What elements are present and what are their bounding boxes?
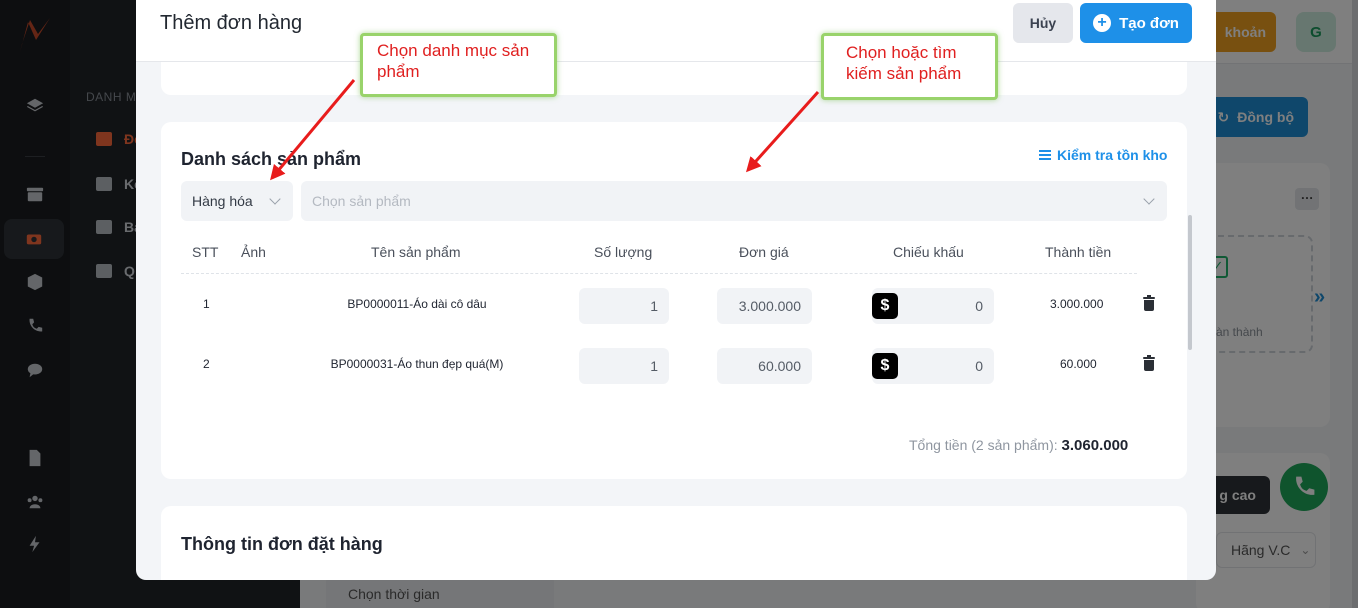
column-header-discount: Chiếu khấu: [893, 244, 964, 260]
product-select-placeholder: Chọn sản phẩm: [312, 193, 411, 209]
trash-lid: [1143, 297, 1155, 299]
chevron-down-icon: [269, 193, 281, 205]
category-hint-callout: Chọn danh mục sản phẩm: [360, 33, 557, 97]
check-stock-label: Kiểm tra tồn kho: [1057, 147, 1168, 163]
row-product-name: BP0000031-Áo thun đẹp quá(M): [330, 357, 504, 371]
trash-lid: [1143, 357, 1155, 359]
order-total: Tổng tiền (2 sản phẩm): 3.060.000: [909, 437, 1128, 454]
row-product-name: BP0000011-Áo dài cô dâu: [347, 297, 487, 311]
modal-scrollbar[interactable]: [1188, 215, 1192, 350]
plus-circle-icon: +: [1093, 14, 1112, 32]
dollar-icon[interactable]: $: [872, 293, 898, 319]
create-order-button[interactable]: + Tạo đơn: [1080, 3, 1192, 43]
order-info-card: Thông tin đơn đặt hàng: [161, 506, 1187, 580]
category-select[interactable]: Hàng hóa: [181, 181, 293, 221]
table-row: 2 BP0000031-Áo thun đẹp quá(M) $ 0 60.00…: [161, 345, 1187, 385]
trash-body: [1144, 300, 1154, 311]
category-select-value: Hàng hóa: [192, 193, 253, 209]
order-info-title: Thông tin đơn đặt hàng: [181, 534, 383, 554]
column-header-product-name: Tên sản phẩm: [371, 244, 461, 260]
trash-icon[interactable]: [1143, 355, 1155, 371]
trash-icon[interactable]: [1143, 295, 1155, 311]
trash-body: [1144, 360, 1154, 371]
discount-field[interactable]: $ 0: [872, 348, 994, 384]
table-header-divider: [181, 273, 1137, 274]
row-stt: 1: [203, 297, 210, 311]
list-icon: [1039, 150, 1051, 160]
modal-title: Thêm đơn hàng: [160, 12, 303, 34]
column-header-image: Ảnh: [241, 244, 266, 260]
quantity-input[interactable]: [579, 348, 669, 384]
unit-price-input[interactable]: [717, 288, 812, 324]
row-stt: 2: [203, 357, 210, 371]
previous-section-card: [161, 62, 1187, 95]
quantity-input[interactable]: [579, 288, 669, 324]
discount-field[interactable]: $ 0: [872, 288, 994, 324]
product-list-card: Danh sách sản phẩm Kiểm tra tồn kho Hàng…: [161, 122, 1187, 479]
add-order-modal: Thêm đơn hàng Hủy + Tạo đơn Danh sách sả…: [136, 0, 1216, 580]
check-stock-link[interactable]: Kiểm tra tồn kho: [1039, 147, 1167, 163]
row-amount: 60.000: [1060, 357, 1097, 371]
discount-value: 0: [975, 298, 983, 314]
table-row: 1 BP0000011-Áo dài cô dâu $ 0 3.000.000: [161, 285, 1187, 325]
modal-header: Thêm đơn hàng Hủy + Tạo đơn: [136, 0, 1216, 62]
cancel-button[interactable]: Hủy: [1013, 3, 1073, 43]
column-header-amount: Thành tiền: [1045, 244, 1112, 260]
unit-price-input[interactable]: [717, 348, 812, 384]
product-hint-callout: Chọn hoặc tìm kiếm sản phẩm: [821, 33, 998, 100]
total-value: 3.060.000: [1061, 437, 1129, 454]
product-select[interactable]: Chọn sản phẩm: [301, 181, 1167, 221]
create-order-label: Tạo đơn: [1119, 14, 1179, 32]
discount-value: 0: [975, 358, 983, 374]
dollar-icon[interactable]: $: [872, 353, 898, 379]
product-list-title: Danh sách sản phẩm: [181, 149, 362, 169]
total-label: Tổng tiền (2 sản phẩm):: [909, 437, 1058, 453]
column-header-quantity: Số lượng: [594, 244, 653, 260]
column-header-unit-price: Đơn giá: [739, 244, 789, 260]
chevron-down-icon: [1143, 193, 1155, 205]
column-header-stt: STT: [192, 244, 219, 260]
row-amount: 3.000.000: [1050, 297, 1104, 311]
